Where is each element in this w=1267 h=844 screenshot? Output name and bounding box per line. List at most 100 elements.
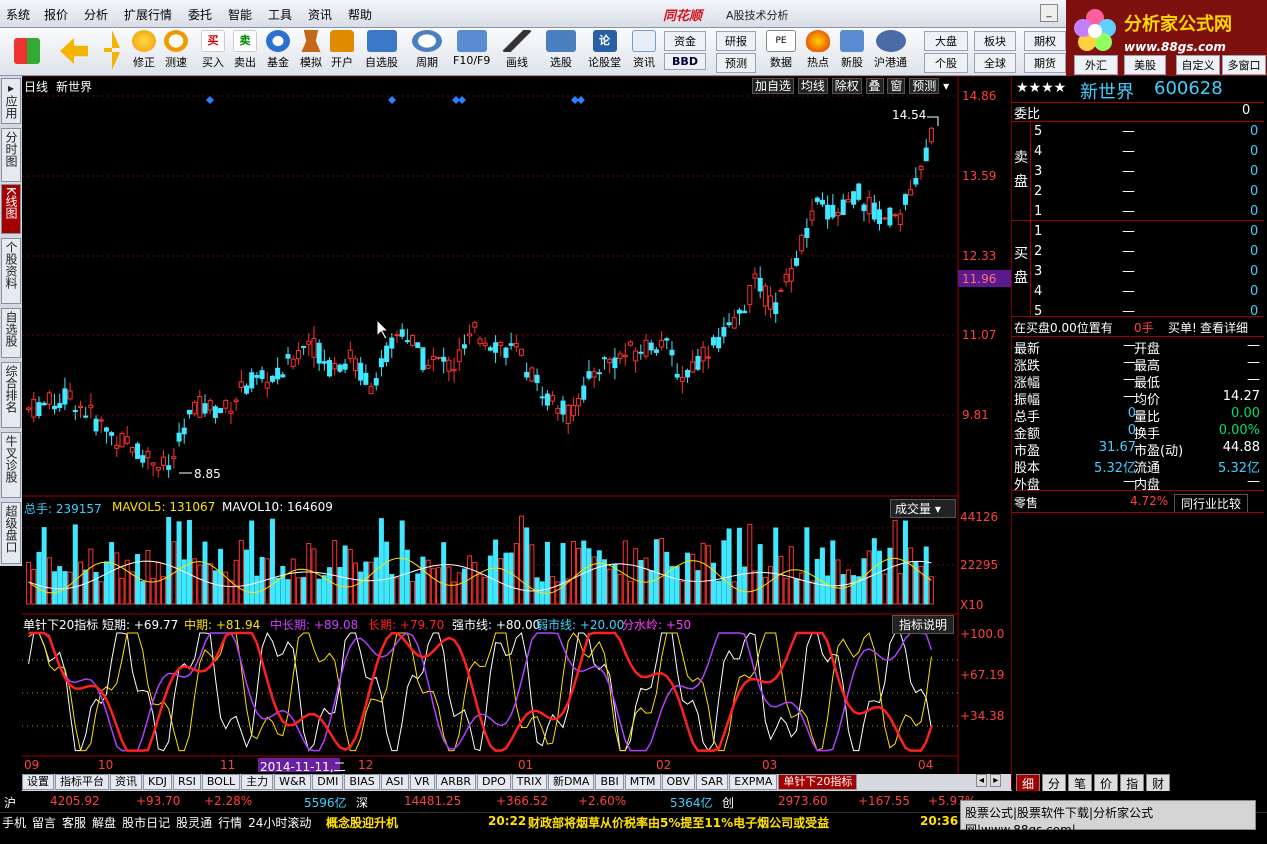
sector-button[interactable]: 板块 (974, 31, 1016, 51)
global-button[interactable]: 全球 (974, 53, 1016, 73)
ipo-button[interactable]: 新股 (840, 30, 864, 70)
footer-link[interactable]: 股灵通 (176, 814, 212, 831)
speed-test-button[interactable]: 测速 (164, 30, 188, 70)
footer-link[interactable]: 解盘 (92, 814, 116, 831)
draw-line-button[interactable]: 画线 (502, 30, 532, 70)
window-button[interactable]: 窗 (887, 78, 906, 94)
watchlist-button[interactable]: 自选股 (365, 30, 398, 70)
indicator-tab[interactable]: EXPMA (729, 774, 778, 790)
indicator-tab[interactable]: 主力 (241, 774, 274, 790)
news-headline-2[interactable]: 财政部将烟草从价税率由5%提至11%电子烟公司或受益 (528, 814, 829, 831)
hot-button[interactable]: 热点 (806, 30, 830, 70)
forum-button[interactable]: 论论股堂 (588, 30, 621, 70)
add-watchlist-button[interactable]: 加自选 (752, 78, 795, 94)
indicator-tab[interactable]: OBV (661, 774, 695, 790)
forecast-button[interactable]: 预测 (716, 53, 756, 73)
up-down-arrows-icon[interactable] (104, 30, 120, 72)
options-button[interactable]: 期权 (1024, 31, 1066, 51)
footer-link[interactable]: 股市日记 (122, 814, 170, 831)
indicator-tab[interactable]: ASI (380, 774, 409, 790)
view-detail-link[interactable]: 查看详细 (1200, 319, 1248, 336)
footer-link[interactable]: 留言 (32, 814, 56, 831)
indicator-tab[interactable]: KDJ (143, 774, 172, 790)
index-button[interactable]: 大盘 (924, 31, 968, 51)
industry-compare-button[interactable]: 同行业比较 (1174, 494, 1249, 513)
multi-window-button[interactable]: 多窗口 (1222, 55, 1266, 75)
scroll-right-icon[interactable]: ▸ (990, 774, 1002, 787)
indicator-tab[interactable]: ARBR (435, 774, 477, 790)
indicator-tab[interactable]: BIAS (344, 774, 380, 790)
chevron-down-icon[interactable]: ▾ (943, 79, 949, 93)
ex-rights-button[interactable]: 除权 (831, 78, 862, 94)
menu-extended-quotes[interactable]: 扩展行情 (124, 6, 172, 23)
indicator-help-button[interactable]: 指标说明 (892, 615, 955, 634)
sidetab-apps[interactable]: ▸ 应用 (1, 78, 21, 124)
sidetab-intraday[interactable]: 分时图 (1, 128, 21, 182)
menu-news[interactable]: 资讯 (308, 6, 332, 23)
kline-chart-area[interactable]: 日线 新世界 加自选 均线 除权 叠 窗 预测 ▾ 14.86 13.59 12… (22, 76, 1012, 790)
back-arrow-icon[interactable] (60, 38, 88, 66)
custom-button[interactable]: 自定义 (1176, 55, 1220, 75)
news-button[interactable]: 资讯 (632, 30, 656, 70)
stock-screen-button[interactable]: 选股 (546, 30, 576, 70)
indicator-tab[interactable]: BOLL (201, 774, 241, 790)
indicator-tab[interactable]: 单针下20指标 (778, 774, 858, 790)
indicator-tab[interactable]: 新DMA (547, 774, 595, 790)
footer-link[interactable]: 行情 (218, 814, 242, 831)
overlay-button[interactable]: 叠 (865, 78, 884, 94)
indicator-tab[interactable]: SAR (695, 774, 729, 790)
menu-smart[interactable]: 智能 (228, 6, 252, 23)
indicator-tab[interactable]: DMI (312, 774, 344, 790)
fund-button[interactable]: 基金 (266, 30, 290, 70)
indicator-tab[interactable]: RSI (172, 774, 201, 790)
capital-flow-button[interactable]: 资金 (664, 31, 706, 51)
forex-button[interactable]: 外汇 (1074, 55, 1118, 75)
menu-tools[interactable]: 工具 (268, 6, 292, 23)
predict-button[interactable]: 预测 (909, 78, 940, 94)
indicator-tab[interactable]: 资讯 (110, 774, 142, 790)
simulate-button[interactable]: 模拟 (299, 30, 323, 70)
sidetab-stock-profile[interactable]: 个股资料 (1, 238, 21, 304)
sidetab-kline[interactable]: K线图 (1, 184, 21, 234)
minimize-icon[interactable]: _ (1040, 4, 1058, 22)
menu-trade[interactable]: 委托 (188, 6, 212, 23)
stock-button[interactable]: 个股 (924, 53, 968, 73)
menu-analysis[interactable]: 分析 (84, 6, 108, 23)
indicator-tab[interactable]: MTM (624, 774, 661, 790)
indicator-tab[interactable]: DPO (477, 774, 511, 790)
sidetab-watchlist[interactable]: 自选股 (1, 308, 21, 358)
scroll-left-icon[interactable]: ◂ (976, 774, 988, 787)
sell-button[interactable]: 卖卖出 (233, 30, 257, 70)
volume-selector[interactable]: 成交量 ▾ (890, 499, 956, 518)
revise-button[interactable]: 修正 (132, 30, 156, 70)
indicator-tab[interactable]: 设置 (22, 774, 54, 790)
data-button[interactable]: PE 数据 (766, 30, 796, 70)
indicator-tab[interactable]: W&R (274, 774, 312, 790)
buy-button[interactable]: 买买入 (201, 30, 225, 70)
menu-quote[interactable]: 报价 (44, 6, 68, 23)
indicator-tab[interactable]: 指标平台 (55, 774, 109, 790)
news-headline-1[interactable]: 概念股迎升机 (326, 814, 398, 831)
indicator-tab[interactable]: VR (409, 774, 435, 790)
menu-system[interactable]: 系统 (6, 6, 30, 23)
sidetab-super-orderbook[interactable]: 超级盘口 (1, 502, 21, 564)
period-button[interactable]: 周期 (412, 30, 442, 70)
f10-button[interactable]: F10/F9 (453, 30, 490, 67)
open-account-button[interactable]: 开户 (330, 30, 354, 70)
layout-icon[interactable] (14, 38, 40, 66)
footer-link[interactable]: 客服 (62, 814, 86, 831)
us-stock-button[interactable]: 美股 (1124, 55, 1166, 75)
ma-button[interactable]: 均线 (797, 78, 828, 94)
menu-help[interactable]: 帮助 (348, 6, 372, 23)
chart-period-label[interactable]: 日线 (24, 78, 48, 95)
indicator-tab[interactable]: BBI (595, 774, 624, 790)
footer-link[interactable]: 24小时滚动 (248, 814, 311, 831)
research-button[interactable]: 研报 (716, 31, 756, 51)
futures-button[interactable]: 期货 (1024, 53, 1066, 73)
bbd-button[interactable]: BBD (664, 53, 706, 70)
hk-connect-button[interactable]: 沪港通 (874, 30, 907, 70)
sidetab-diagnosis[interactable]: 牛叉诊股 (1, 432, 21, 498)
indicator-tab[interactable]: TRIX (511, 774, 547, 790)
footer-link[interactable]: 手机 (2, 814, 26, 831)
tab-scroll-arrows[interactable]: ◂ ▸ (976, 774, 1002, 787)
